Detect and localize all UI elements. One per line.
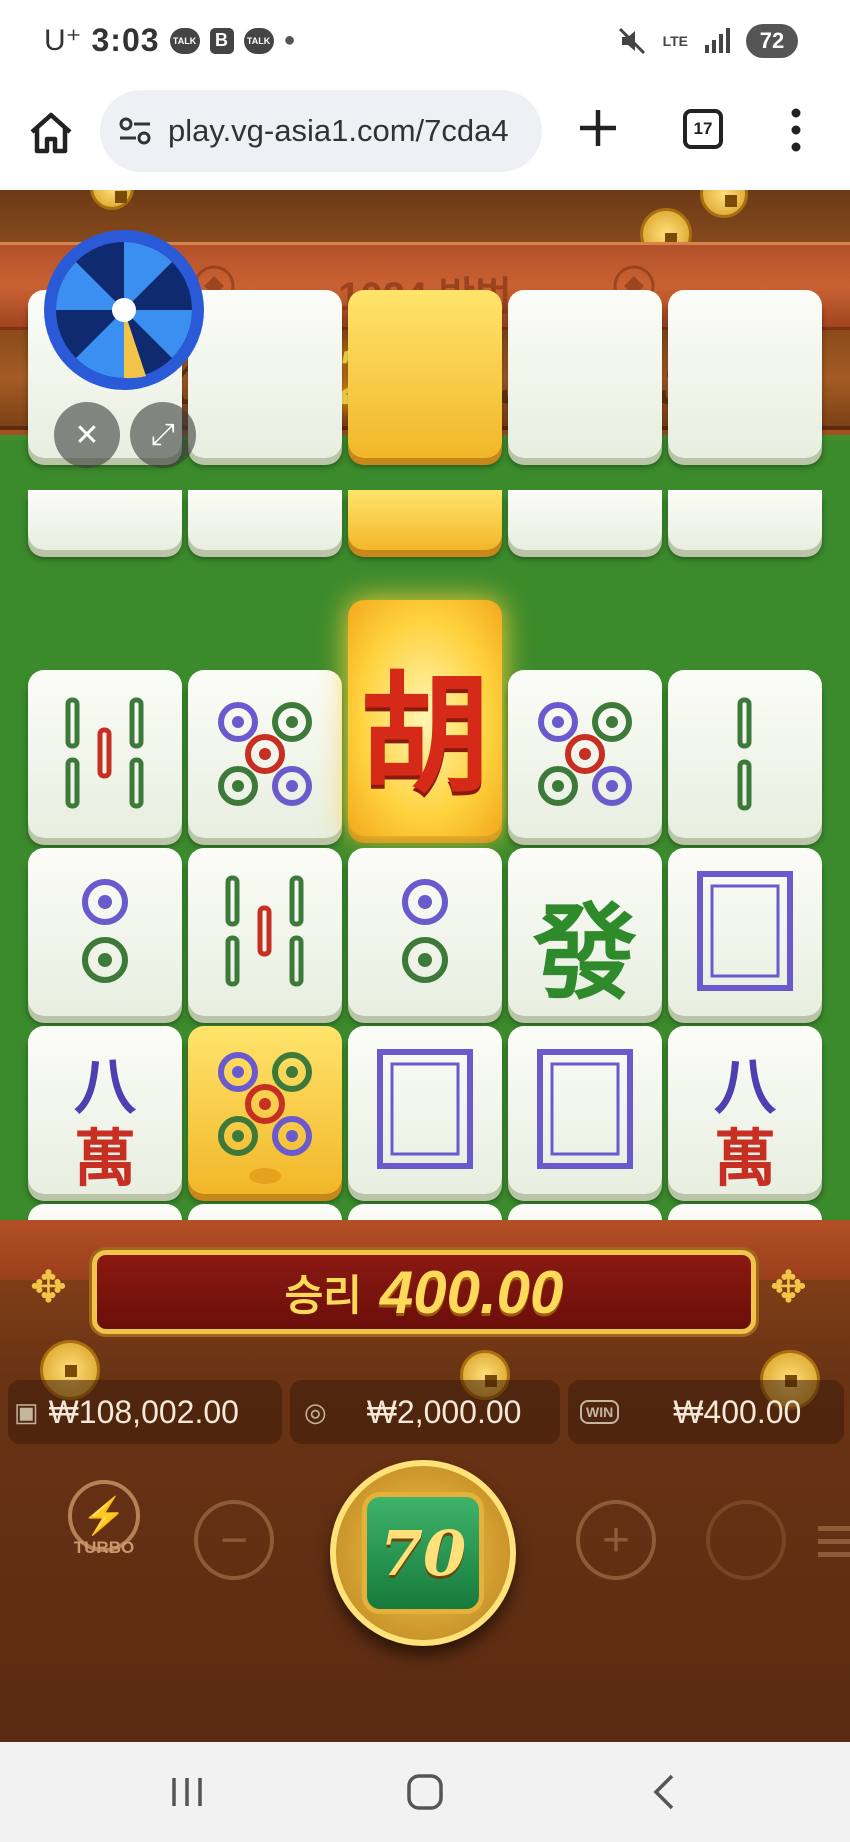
tile-bamboo-5 <box>188 848 342 1016</box>
site-settings-icon[interactable] <box>118 116 152 146</box>
tile-partial <box>668 490 822 550</box>
lte-icon: LTE <box>662 33 688 49</box>
tile-partial <box>188 290 342 458</box>
tile-green-dragon: 發 <box>508 848 662 1016</box>
home-icon[interactable] <box>26 108 76 158</box>
right-knot-icon: ✥ <box>770 1263 807 1312</box>
bamboo-2-icon <box>737 697 752 811</box>
b-app-icon: B <box>209 27 234 54</box>
last-win-value: ₩400.00 <box>673 1393 802 1430</box>
back-icon[interactable] <box>640 1770 690 1814</box>
tile-partial <box>508 290 662 458</box>
wallet-icon: ▣ <box>14 1396 39 1427</box>
circle-2-icon <box>402 879 448 983</box>
balance-display: ▣ ₩108,002.00 <box>8 1380 282 1444</box>
address-bar[interactable]: play.vg-asia1.com/7cda4 <box>100 90 542 172</box>
white-dragon-icon <box>377 1049 473 1169</box>
tile-circle-2 <box>348 848 502 1016</box>
white-dragon-icon <box>697 871 793 991</box>
circle-5-icon <box>218 1052 312 1184</box>
status-bar: U⁺ 3:03 TALK B TALK ● LTE 72 <box>0 0 850 88</box>
tile-partial <box>668 290 822 458</box>
tile-white-dragon <box>668 848 822 1016</box>
floating-wheel-icon[interactable] <box>42 228 206 392</box>
coins-stack-icon: ◎ <box>304 1396 327 1427</box>
tile-bamboo-5 <box>28 670 182 838</box>
reel-grid: 胡 發 八 萬 八 萬 <box>0 290 850 1372</box>
mute-icon <box>618 27 645 55</box>
last-win-display: WIN ₩400.00 <box>568 1380 844 1444</box>
decrease-bet-button[interactable]: − <box>194 1500 274 1580</box>
close-overlay-icon[interactable]: ✕ <box>54 402 120 468</box>
circle-5-icon <box>218 702 312 806</box>
recent-apps-icon[interactable] <box>162 1770 212 1814</box>
tile-circle-5 <box>188 670 342 838</box>
wan-glyph: 萬 <box>73 1122 136 1194</box>
tile-partial-gold <box>348 490 502 550</box>
win-amount: 400.00 <box>379 1258 564 1326</box>
increase-bet-button[interactable]: + <box>576 1500 656 1580</box>
more-notifications-icon: ● <box>283 29 296 51</box>
tile-circle-5 <box>508 670 662 838</box>
tile-partial <box>508 490 662 550</box>
menu-icon[interactable] <box>818 1526 850 1560</box>
signal-icon <box>705 28 730 53</box>
spin-count: 70 <box>379 1516 467 1590</box>
bet-display[interactable]: ◎ ₩2,000.00 <box>290 1380 560 1444</box>
tile-white-dragon <box>508 1026 662 1194</box>
tile-circle-5-gold <box>188 1026 342 1194</box>
system-nav-bar <box>0 1742 850 1842</box>
clock: 3:03 <box>91 22 160 58</box>
auto-spin-button[interactable] <box>706 1500 786 1580</box>
tile-partial <box>188 490 342 550</box>
tile-character-8: 八 萬 <box>28 1026 182 1194</box>
tab-switcher-button[interactable]: 17 <box>683 109 723 149</box>
balance-value: ₩108,002.00 <box>48 1393 239 1430</box>
tile-character-8: 八 萬 <box>668 1026 822 1194</box>
turbo-button[interactable]: ⚡ TURBO <box>64 1480 144 1570</box>
kakaotalk-icon: TALK <box>169 27 200 54</box>
win-icon: WIN <box>580 1400 620 1424</box>
turbo-label: TURBO <box>73 1538 135 1557</box>
home-nav-icon[interactable] <box>400 1770 450 1814</box>
url-text[interactable]: play.vg-asia1.com/7cda4 <box>168 113 509 149</box>
tile-partial <box>28 490 182 550</box>
win-label: 승리 <box>284 1271 362 1319</box>
kakaotalk-icon-2: TALK <box>243 27 274 54</box>
new-tab-icon[interactable] <box>574 104 622 152</box>
hu-glyph: 胡 <box>359 658 490 811</box>
circle-5-icon <box>538 702 632 806</box>
spin-button[interactable]: 70 <box>330 1460 516 1646</box>
white-dragon-icon <box>537 1049 633 1169</box>
circle-2-icon <box>82 879 128 983</box>
more-options-icon[interactable] <box>786 106 806 154</box>
browser-toolbar: play.vg-asia1.com/7cda4 17 <box>0 88 850 190</box>
win-display: 승리 400.00 <box>92 1250 756 1334</box>
bamboo-5-icon <box>225 875 304 987</box>
tile-white-dragon <box>348 1026 502 1194</box>
bamboo-5-icon <box>65 697 144 809</box>
carrier-label: U⁺ <box>44 24 82 57</box>
fa-glyph: 發 <box>532 891 637 1014</box>
battery-indicator: 72 <box>746 24 798 58</box>
tile-bamboo-2 <box>668 670 822 838</box>
wan-glyph: 萬 <box>713 1122 776 1194</box>
tile-hu-wild: 胡 <box>348 600 502 836</box>
game-canvas[interactable]: 1024 방법 x1 x2 x3 x5 <box>0 190 850 1742</box>
expand-icon[interactable]: ⤢ <box>130 402 196 468</box>
bet-value: ₩2,000.00 <box>366 1393 522 1430</box>
left-knot-icon: ✥ <box>30 1263 67 1312</box>
tile-circle-2 <box>28 848 182 1016</box>
tile-partial-gold <box>348 290 502 458</box>
